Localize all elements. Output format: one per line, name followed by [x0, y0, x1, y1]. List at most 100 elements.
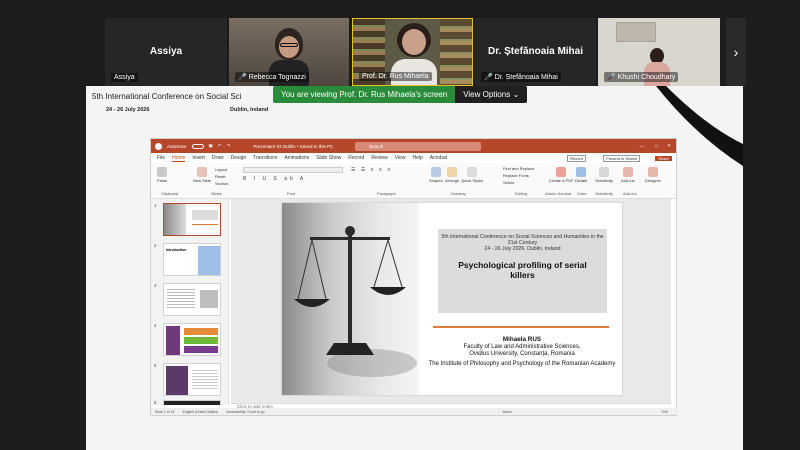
- font-controls[interactable]: [243, 167, 343, 173]
- record-button[interactable]: Record: [567, 154, 586, 162]
- mic-off-icon: 🎤: [607, 74, 616, 81]
- zoom-level[interactable]: 79%: [661, 410, 668, 414]
- arrange-button[interactable]: Arrange: [445, 167, 459, 183]
- participant-tile-assiya[interactable]: Assiya Assiya: [105, 18, 227, 86]
- slide-thumbnails: 1 2 Introduction 3 4 5 6: [151, 199, 229, 405]
- slide-thumbnail[interactable]: Introduction: [163, 243, 221, 276]
- group-sensitivity: Sensitivity: [595, 191, 614, 196]
- menu-file[interactable]: File: [157, 155, 165, 161]
- dictate-button[interactable]: Dictate: [575, 167, 587, 183]
- slide-author: Mihaela RUS: [502, 336, 542, 343]
- group-addins: Add-ins: [623, 191, 637, 196]
- participant-name: Assiya: [111, 73, 138, 82]
- ppt-ribbon: Paste Clipboard New Slide Layout Reset S…: [151, 163, 676, 199]
- slide-divider: [433, 326, 609, 328]
- mic-off-icon: 🎤: [484, 74, 493, 81]
- thumb-number: 6: [154, 400, 157, 405]
- autosave-toggle[interactable]: [191, 143, 204, 149]
- close-icon[interactable]: ✕: [667, 143, 671, 149]
- menu-record[interactable]: Record: [348, 155, 364, 161]
- paragraph-controls[interactable]: ☰ ☰ ≡ ≡ ≡: [351, 167, 392, 173]
- participant-name: 🎤 Dr. Ștefănoaia Mihai: [481, 72, 561, 82]
- next-participants-button[interactable]: ›: [726, 18, 746, 86]
- screen-share-banner: You are viewing Prof. Dr. Rus Mihaela's …: [273, 86, 528, 103]
- slide-title: Psychological profiling of serial killer…: [458, 259, 587, 280]
- group-clipboard: Clipboard: [161, 191, 179, 196]
- current-slide[interactable]: 5th International Conference on Social S…: [282, 203, 622, 395]
- menu-help[interactable]: Help: [412, 155, 422, 161]
- find-replace-button[interactable]: Find and Replace: [503, 166, 534, 171]
- slide-thumbnail[interactable]: [163, 203, 221, 236]
- group-editing: Editing: [515, 191, 528, 196]
- menu-review[interactable]: Review: [371, 155, 387, 161]
- quick-styles-button[interactable]: Quick Styles: [461, 167, 483, 183]
- participant-big-name: Dr. Ștefănoaia Mihai: [487, 46, 584, 57]
- group-slides: Slides: [211, 191, 222, 196]
- status-notes[interactable]: Notes: [503, 410, 512, 414]
- banner-text: You are viewing Prof. Dr. Rus Mihaela's …: [281, 90, 448, 99]
- reset-button[interactable]: Reset: [215, 174, 225, 179]
- paste-button[interactable]: Paste: [157, 167, 167, 183]
- menu-design[interactable]: Design: [231, 155, 247, 161]
- layout-button[interactable]: Layout: [215, 167, 227, 172]
- menu-home[interactable]: Home: [172, 155, 186, 162]
- present-teams-button[interactable]: Present in Teams: [603, 154, 640, 162]
- addins-button[interactable]: Add-ins: [621, 167, 635, 183]
- create-pdf-button[interactable]: Create a PDF: [549, 167, 573, 183]
- thumb-number: 5: [154, 363, 157, 368]
- slide-thumbnail[interactable]: [163, 400, 221, 405]
- section-button[interactable]: Section: [215, 181, 228, 186]
- group-paragraph: Paragraph: [377, 191, 396, 196]
- menu-slideshow[interactable]: Slide Show: [316, 155, 341, 161]
- shapes-button[interactable]: Shapes: [429, 167, 443, 183]
- slide-conference: 5th International Conference on Social S…: [441, 234, 604, 247]
- menu-transitions[interactable]: Transitions: [253, 155, 277, 161]
- ppt-menubar: File Home Insert Draw Design Transitions…: [151, 153, 676, 163]
- menu-animations[interactable]: Animations: [284, 155, 309, 161]
- ppt-titlebar: AutoSave ▣ ↶ ↷ Prezentare 02 Dublin • Sa…: [151, 139, 676, 153]
- file-name: Prezentare 02 Dublin • Saved to this PC: [253, 143, 334, 149]
- redo-icon[interactable]: ↷: [227, 143, 231, 149]
- group-font: Font: [287, 191, 296, 196]
- menu-draw[interactable]: Draw: [212, 155, 224, 161]
- select-button[interactable]: Select: [503, 180, 514, 185]
- maximize-icon[interactable]: □: [655, 144, 658, 149]
- slide-affiliation-1c: University, Constanța, Romania: [489, 351, 575, 357]
- mic-off-icon: 🎤: [238, 74, 247, 81]
- status-accessibility[interactable]: Accessibility: Good to go: [226, 410, 264, 414]
- participant-tile-khushi[interactable]: 🎤 Khushi Choudhary: [598, 18, 720, 86]
- slide-author-block: Mihaela RUS Faculty of Law and Administr…: [422, 336, 622, 368]
- sensitivity-button[interactable]: Sensitivity: [595, 167, 613, 183]
- new-slide-button[interactable]: New Slide: [193, 167, 211, 183]
- participant-big-name: Assiya: [149, 46, 183, 57]
- slide-canvas: 5th International Conference on Social S…: [231, 199, 671, 405]
- undo-icon[interactable]: ↶: [218, 143, 222, 149]
- slide-dates-place: 24 - 26 July 2026. Dublin, Ireland: [484, 246, 561, 253]
- participant-tile-stefanoaia[interactable]: Dr. Ștefănoaia Mihai 🎤 Dr. Ștefănoaia Mih…: [475, 18, 596, 86]
- search-input[interactable]: Search: [355, 142, 481, 151]
- minimize-icon[interactable]: —: [640, 144, 645, 149]
- slide-thumbnail[interactable]: [163, 363, 221, 396]
- view-options-button[interactable]: View Options ⌄: [455, 86, 528, 103]
- font-format-row[interactable]: B I U S ab A: [243, 176, 306, 182]
- participant-tile-rebecca[interactable]: 🎤 Rebecca Tognazzi: [229, 18, 349, 86]
- menu-view[interactable]: View: [395, 155, 406, 161]
- status-language: English (United States): [182, 409, 219, 414]
- designer-button[interactable]: Designer: [645, 167, 661, 183]
- slide-thumbnail[interactable]: [163, 323, 221, 356]
- share-button[interactable]: Share: [655, 155, 672, 161]
- group-adobe: Adobe Acrobat: [545, 191, 572, 196]
- chevron-down-icon: ⌄: [512, 90, 520, 99]
- menu-insert[interactable]: Insert: [192, 155, 205, 161]
- participant-name: 🎤 Rebecca Tognazzi: [235, 72, 309, 82]
- participant-name: Prof. Dr. Rus Mihaela: [359, 72, 432, 81]
- slide-thumbnail[interactable]: [163, 283, 221, 316]
- replace-fonts-button[interactable]: Replace Fonts: [503, 173, 529, 178]
- menu-acrobat[interactable]: Acrobat: [430, 155, 447, 161]
- thumb-number: 2: [154, 243, 157, 248]
- slide-affiliation-2: The Institute of Philosophy and Psycholo…: [428, 361, 616, 367]
- scales-icon: [294, 226, 417, 377]
- slide-title-box: 5th International Conference on Social S…: [438, 229, 607, 313]
- save-icon[interactable]: ▣: [209, 143, 213, 149]
- participant-tile-rus-mihaela[interactable]: Prof. Dr. Rus Mihaela: [352, 18, 473, 86]
